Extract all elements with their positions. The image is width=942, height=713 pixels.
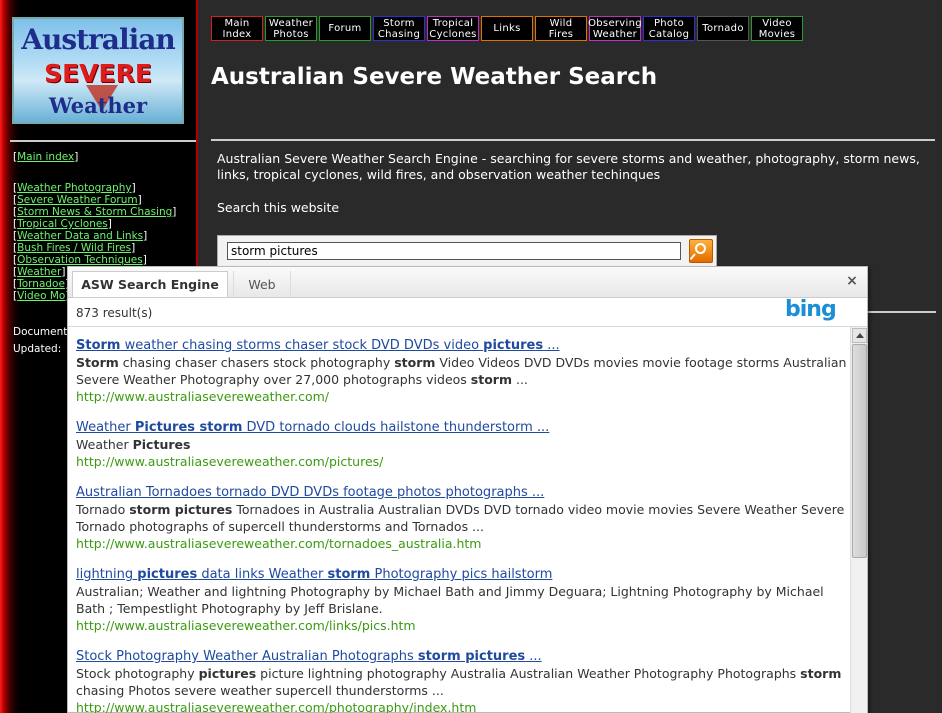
sidebar-item: [Weather Photography]	[13, 182, 136, 194]
logo-line-3: Weather	[48, 93, 148, 118]
result-list: Storm weather chasing storms chaser stoc…	[76, 337, 848, 713]
logo-line-2: SEVERE	[44, 59, 152, 88]
scroll-up-arrow-icon[interactable]	[852, 328, 867, 343]
sidebar-link[interactable]: Video Mo	[17, 290, 65, 302]
logo-line-1: Australian	[21, 23, 175, 56]
sidebar-item: [Severe Weather Forum]	[13, 194, 142, 206]
divider-right-lower	[868, 311, 936, 313]
sidebar-link[interactable]: Tornadoe	[17, 278, 65, 290]
sidebar-item: [Bush Fires / Wild Fires]	[13, 242, 136, 254]
search-label: Search this website	[217, 200, 340, 215]
search-result: lightning pictures data links Weather st…	[76, 566, 848, 634]
search-result: Storm weather chasing storms chaser stoc…	[76, 337, 848, 405]
sidebar-link[interactable]: Weather	[17, 266, 61, 278]
page-title: Australian Severe Weather Search	[211, 64, 658, 90]
meta-updated: Updated:	[13, 343, 62, 355]
results-tabs: ASW Search Engine Web ×	[68, 267, 867, 298]
nav-button-0[interactable]: Main Index	[211, 16, 263, 41]
results-divider	[68, 326, 867, 327]
search-button[interactable]	[689, 239, 713, 263]
sidebar-link[interactable]: Storm News & Storm Chasing	[17, 206, 172, 218]
search-box	[217, 235, 717, 267]
sidebar-item: [Storm News & Storm Chasing]	[13, 206, 177, 218]
sidebar-link[interactable]: Weather Data and Links	[17, 230, 143, 242]
sidebar-link[interactable]: Weather Photography	[17, 182, 131, 194]
divider-left	[10, 140, 196, 142]
sidebar-meta: Document Updated:	[13, 324, 67, 358]
sidebar-link[interactable]: Bush Fires / Wild Fires	[17, 242, 131, 254]
nav-button-5[interactable]: Links	[481, 16, 533, 41]
search-result: Weather Pictures storm DVD tornado cloud…	[76, 419, 848, 470]
sidebar-item: [Tropical Cyclones]	[13, 218, 112, 230]
search-results-panel: ASW Search Engine Web × 873 result(s) bi…	[67, 266, 868, 713]
sidebar-item: [Weather Data and Links]	[13, 230, 148, 242]
result-url[interactable]: http://www.australiasevereweather.com/pi…	[76, 453, 848, 470]
result-description: Australian; Weather and lightning Photog…	[76, 584, 824, 616]
nav-button-9[interactable]: Tornado	[697, 16, 749, 41]
result-title-link[interactable]: Weather Pictures storm DVD tornado cloud…	[76, 419, 848, 436]
close-icon[interactable]: ×	[844, 273, 860, 289]
intro-text: Australian Severe Weather Search Engine …	[217, 151, 920, 182]
nav-button-7[interactable]: Observing Weather	[588, 16, 642, 41]
result-url[interactable]: http://www.australiasevereweather.com/li…	[76, 617, 848, 634]
results-scrollbar[interactable]	[850, 327, 867, 713]
result-description: Stock photography pictures picture light…	[76, 666, 842, 698]
divider-right	[211, 139, 935, 141]
result-url[interactable]: http://www.australiasevereweather.com/ph…	[76, 699, 848, 713]
tab-web[interactable]: Web	[233, 271, 291, 297]
sidebar-link[interactable]: Tropical Cyclones	[17, 218, 108, 230]
search-icon	[695, 243, 706, 254]
sidebar-link-main-index[interactable]: Main index	[17, 151, 74, 163]
site-logo[interactable]: Australian SEVERE Weather	[12, 17, 184, 124]
sidebar-link[interactable]: Severe Weather Forum	[17, 194, 138, 206]
result-description: Tornado storm pictures Tornadoes in Aust…	[76, 502, 845, 534]
result-url[interactable]: http://www.australiasevereweather.com/to…	[76, 535, 848, 552]
search-input[interactable]	[227, 242, 681, 260]
search-icon-handle	[689, 253, 696, 261]
result-title-link[interactable]: Stock Photography Weather Australian Pho…	[76, 648, 848, 665]
search-result: Stock Photography Weather Australian Pho…	[76, 648, 848, 713]
result-title-link[interactable]: Australian Tornadoes tornado DVD DVDs fo…	[76, 484, 848, 501]
nav-button-2[interactable]: Forum	[319, 16, 371, 41]
result-count: 873 result(s)	[76, 306, 153, 320]
tab-asw-search-engine[interactable]: ASW Search Engine	[72, 271, 228, 297]
result-description: Weather Pictures	[76, 437, 191, 452]
nav-button-4[interactable]: Tropical Cyclones	[427, 16, 479, 41]
scroll-thumb[interactable]	[852, 344, 867, 558]
search-result: Australian Tornadoes tornado DVD DVDs fo…	[76, 484, 848, 552]
top-navigation: Main Index Weather Photos Forum Storm Chasi…	[211, 16, 803, 42]
nav-button-10[interactable]: Video Movies	[751, 16, 803, 41]
nav-button-1[interactable]: Weather Photos	[265, 16, 317, 41]
nav-button-6[interactable]: Wild Fires	[535, 16, 587, 41]
sidebar-item: [Observation Techniques]	[13, 254, 147, 266]
meta-document: Document	[13, 326, 68, 338]
result-title-link[interactable]: lightning pictures data links Weather st…	[76, 566, 848, 583]
result-description: Storm chasing chaser chasers stock photo…	[76, 355, 847, 387]
nav-button-3[interactable]: Storm Chasing	[373, 16, 425, 41]
result-url[interactable]: http://www.australiasevereweather.com/	[76, 388, 848, 405]
bing-logo[interactable]: bing	[785, 297, 837, 322]
result-title-link[interactable]: Storm weather chasing storms chaser stoc…	[76, 337, 848, 354]
nav-button-8[interactable]: Photo Catalog	[643, 16, 695, 41]
sidebar-link[interactable]: Observation Techniques	[17, 254, 143, 266]
